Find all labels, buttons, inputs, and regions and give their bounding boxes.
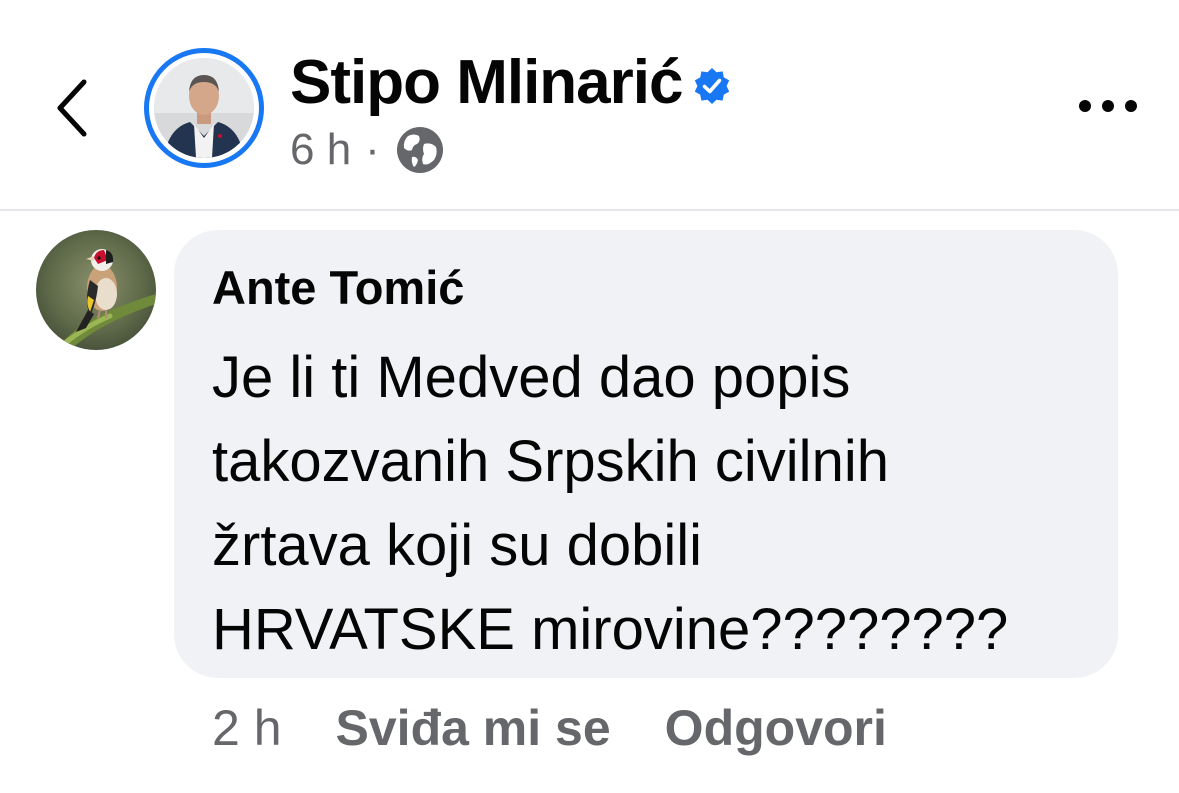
header-divider bbox=[0, 209, 1179, 211]
comment-actions: 2 h Sviđa mi se Odgovori bbox=[212, 696, 941, 760]
post-time: 6 h bbox=[290, 125, 352, 174]
verified-badge-icon bbox=[695, 68, 730, 104]
more-horizontal-icon bbox=[1079, 100, 1137, 112]
comment-bubble[interactable]: Ante Tomić Je li ti Medved dao popis tak… bbox=[174, 230, 1118, 678]
comment-author-avatar[interactable] bbox=[36, 230, 156, 350]
comment-text: Je li ti Medved dao popis takozvanih Srp… bbox=[212, 336, 1092, 672]
comment-screen: Stipo Mlinarić 6 h · Ante Tomić Je li ti… bbox=[0, 0, 1179, 793]
comment-text-line: takozvanih Srpskih civilnih bbox=[212, 429, 889, 494]
chevron-left-icon bbox=[57, 79, 87, 137]
comment-text-line: Je li ti Medved dao popis bbox=[212, 345, 851, 410]
post-author-avatar[interactable] bbox=[144, 48, 264, 168]
comment-author-name[interactable]: Ante Tomić bbox=[212, 260, 464, 315]
comment-text-line: žrtava koji su dobili bbox=[212, 513, 702, 578]
like-button[interactable]: Sviđa mi se bbox=[336, 699, 611, 757]
post-author-name[interactable]: Stipo Mlinarić bbox=[290, 47, 683, 118]
back-button[interactable] bbox=[44, 72, 100, 144]
post-author-row: Stipo Mlinarić bbox=[290, 42, 732, 122]
meta-separator: · bbox=[365, 125, 380, 174]
globe-icon bbox=[396, 127, 443, 173]
comment-text-line: HRVATSKE mirovine???????? bbox=[212, 597, 1009, 662]
reply-button[interactable]: Odgovori bbox=[665, 699, 887, 757]
more-options-button[interactable] bbox=[1076, 86, 1140, 126]
avatar-photo bbox=[154, 58, 254, 158]
comment-time: 2 h bbox=[212, 700, 282, 756]
avatar-photo bbox=[36, 230, 156, 350]
post-meta: 6 h · bbox=[290, 122, 446, 178]
